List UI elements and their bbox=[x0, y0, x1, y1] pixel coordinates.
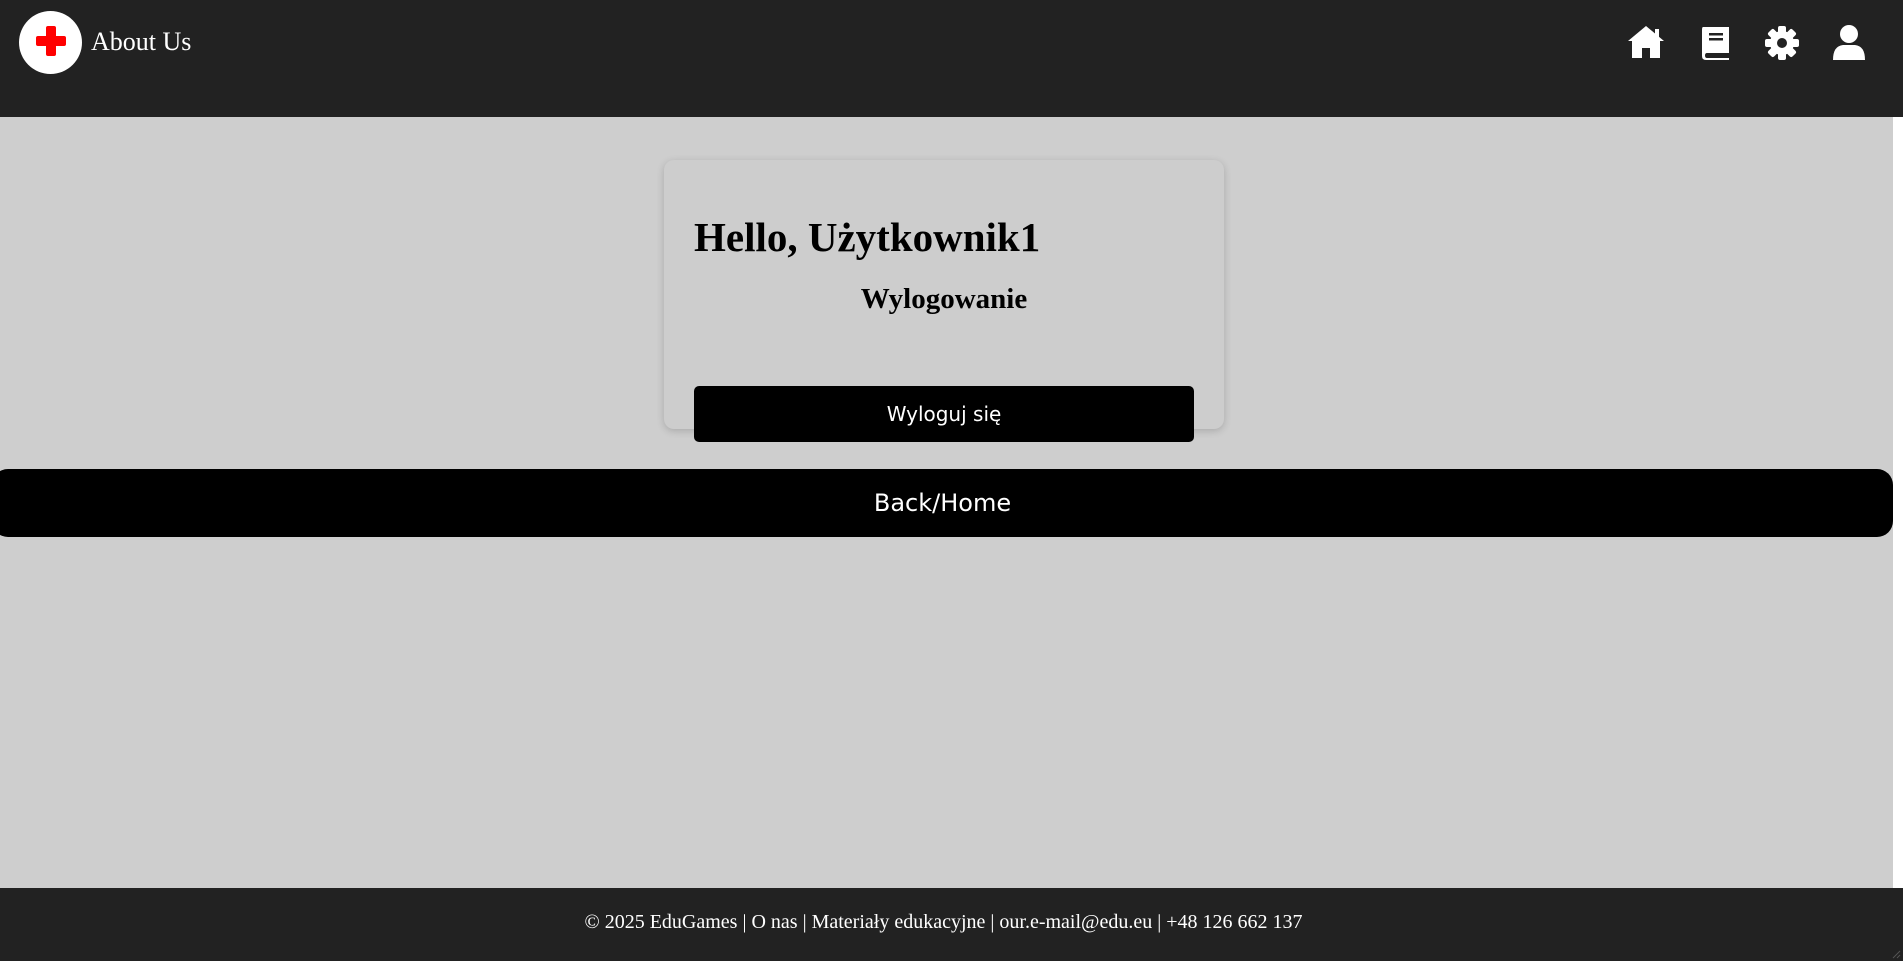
app-window: About Us Hello, Użytkownik1 Wylogowanie … bbox=[0, 0, 1903, 961]
page-edge bbox=[1893, 117, 1903, 888]
back-home-button[interactable]: Back/Home bbox=[0, 469, 1893, 537]
main-content: Hello, Użytkownik1 Wylogowanie Wyloguj s… bbox=[0, 117, 1893, 888]
logo[interactable] bbox=[19, 11, 82, 74]
red-cross-icon bbox=[36, 26, 66, 56]
footer: © 2025 EduGames | O nas | Materiały eduk… bbox=[0, 888, 1903, 961]
home-icon[interactable] bbox=[1625, 22, 1667, 64]
account-card: Hello, Użytkownik1 Wylogowanie Wyloguj s… bbox=[664, 160, 1224, 442]
logout-section-title: Wylogowanie bbox=[860, 283, 1028, 315]
greeting-heading: Hello, Użytkownik1 bbox=[694, 214, 1041, 260]
book-icon[interactable] bbox=[1695, 22, 1737, 64]
gear-icon[interactable] bbox=[1761, 22, 1803, 64]
footer-text: © 2025 EduGames | O nas | Materiały eduk… bbox=[584, 911, 1303, 933]
page-title[interactable]: About Us bbox=[91, 22, 191, 62]
user-icon[interactable] bbox=[1828, 22, 1870, 64]
logout-button[interactable]: Wyloguj się bbox=[694, 386, 1194, 442]
top-bar: About Us bbox=[0, 0, 1903, 117]
resize-grip-icon[interactable] bbox=[1891, 949, 1901, 959]
